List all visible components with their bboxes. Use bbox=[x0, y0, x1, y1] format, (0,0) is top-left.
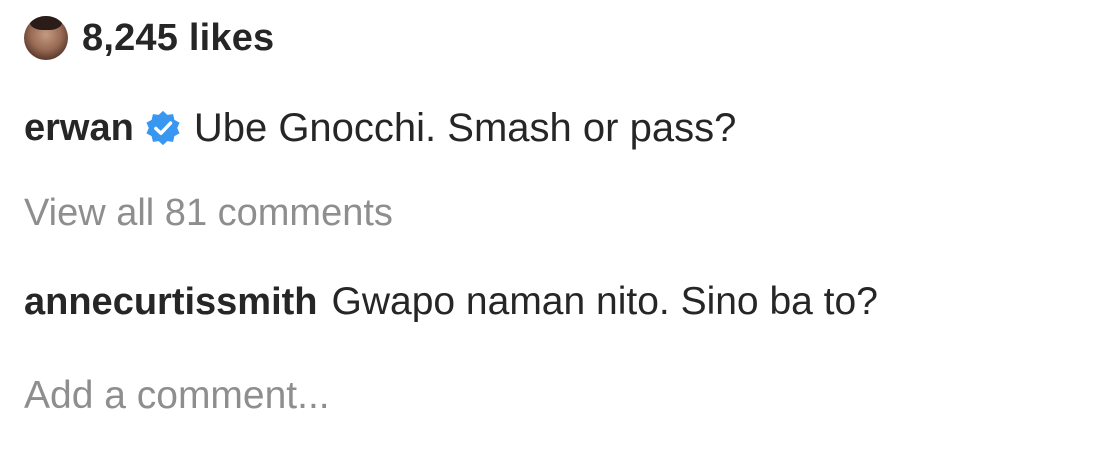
likes-row: 8,245 likes bbox=[24, 10, 274, 66]
caption-text: Ube Gnocchi. Smash or pass? bbox=[193, 105, 737, 150]
add-comment-input[interactable] bbox=[24, 374, 924, 418]
view-all-comments-link[interactable]: View all 81 comments bbox=[24, 192, 393, 235]
comment-item: annecurtissmith Gwapo naman nito. Sino b… bbox=[24, 272, 878, 332]
add-comment-row bbox=[24, 366, 924, 426]
caption-row: erwan Ube Gnocchi. Smash or pass? bbox=[24, 98, 736, 158]
comment-text: Gwapo naman nito. Sino ba to? bbox=[331, 280, 878, 323]
comment-username[interactable]: annecurtissmith bbox=[24, 281, 318, 324]
likes-count[interactable]: 8,245 likes bbox=[82, 17, 274, 60]
liker-avatar[interactable] bbox=[24, 16, 68, 60]
view-all-comments-row: View all 81 comments bbox=[24, 184, 393, 242]
caption-username[interactable]: erwan bbox=[24, 107, 134, 150]
verified-badge-icon bbox=[146, 110, 180, 146]
